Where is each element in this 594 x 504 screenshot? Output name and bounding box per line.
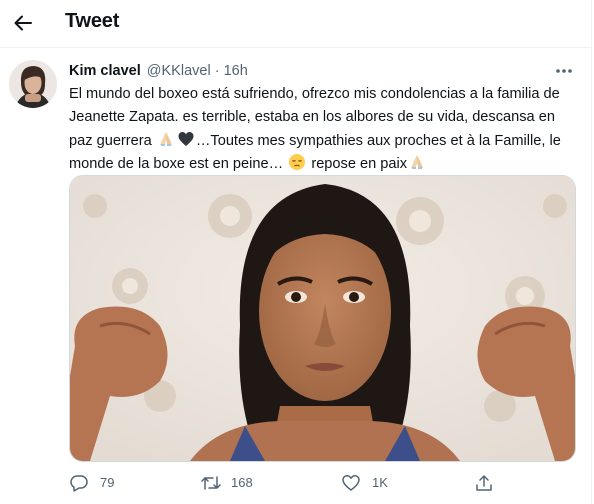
black-heart-icon bbox=[178, 131, 194, 146]
retweet-button[interactable]: 168 bbox=[200, 470, 270, 496]
share-button[interactable] bbox=[474, 470, 498, 496]
tweet-text-line: El mundo del boxeo está sufriendo, ofrez… bbox=[69, 86, 560, 102]
pensive-face-icon bbox=[289, 153, 306, 170]
more-options-button[interactable] bbox=[551, 60, 577, 82]
share-icon bbox=[476, 475, 492, 491]
page-header: Tweet bbox=[0, 0, 592, 47]
tweet-header: Kim clavel @KKlavel · 16h bbox=[69, 63, 248, 79]
like-button[interactable]: 1K bbox=[341, 470, 401, 496]
tweet-media[interactable] bbox=[69, 175, 576, 462]
tweet-time[interactable]: 16h bbox=[224, 63, 248, 79]
page-title: Tweet bbox=[65, 10, 120, 32]
tweet-photo bbox=[70, 176, 575, 461]
tweet-text-segment: …Toutes mes sympathies aux proches et à … bbox=[195, 132, 561, 149]
retweet-count: 168 bbox=[231, 475, 253, 490]
column-border bbox=[591, 0, 592, 504]
tweet-text-segment: monde de la boxe est en peine… bbox=[69, 155, 284, 172]
avatar[interactable] bbox=[9, 60, 57, 108]
tweet-text-line: Jeanette Zapata. es terrible, estaba en … bbox=[69, 109, 555, 126]
tweet-text: El mundo del boxeo está sufriendo, ofrez… bbox=[69, 83, 581, 176]
folded-hands-icon bbox=[411, 154, 424, 169]
separator-dot: · bbox=[214, 63, 220, 79]
tweet-text-segment: paz guerrera bbox=[69, 132, 152, 149]
reply-count: 79 bbox=[100, 475, 115, 490]
reply-button[interactable]: 79 bbox=[69, 470, 129, 496]
reply-icon bbox=[70, 475, 88, 492]
tweet-text-segment: repose en paix bbox=[311, 155, 408, 172]
tweet-actions: 79 168 1K bbox=[0, 470, 592, 496]
author-name[interactable]: Kim clavel bbox=[69, 63, 141, 79]
author-avatar-image bbox=[9, 60, 57, 108]
tweet-text-line: monde de la boxe est en peine… repose en… bbox=[69, 153, 581, 176]
header-divider bbox=[0, 47, 592, 48]
author-handle[interactable]: @KKlavel bbox=[147, 63, 211, 79]
heart-icon bbox=[342, 475, 360, 491]
retweet-icon bbox=[201, 476, 221, 490]
like-count: 1K bbox=[372, 475, 388, 490]
folded-hands-icon bbox=[159, 131, 172, 146]
more-dots-icon bbox=[556, 69, 572, 73]
tweet-text-line: paz guerrera …Toutes mes sympathies aux … bbox=[69, 130, 581, 153]
back-button[interactable] bbox=[9, 8, 39, 38]
arrow-left-icon bbox=[14, 15, 32, 31]
